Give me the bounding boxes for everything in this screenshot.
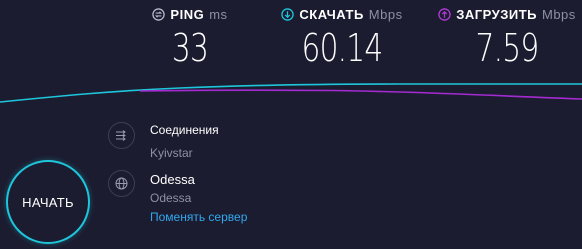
upload-speed-line	[139, 89, 582, 100]
start-button-label: НАЧАТЬ	[22, 194, 74, 210]
upload-label: ЗАГРУЗИТЬ	[456, 6, 537, 22]
connections-title: Соединения	[150, 123, 219, 137]
download-speed-line	[0, 83, 582, 103]
server-city: Odessa	[150, 172, 195, 187]
connections-arrows-icon	[116, 130, 126, 141]
server-sponsor: Odessa	[150, 191, 192, 205]
download-arrow-icon	[281, 7, 295, 21]
globe-glyph-icon	[115, 177, 128, 190]
download-label: СКАЧАТЬ	[299, 6, 364, 22]
ping-unit: ms	[209, 6, 228, 22]
provider-name: Kyivstar	[150, 146, 193, 160]
ping-header: PING ms	[140, 4, 240, 24]
upload-unit: Mbps	[541, 6, 576, 22]
speed-graph	[0, 83, 582, 103]
upload-header: ЗАГРУЗИТЬ Mbps	[432, 4, 582, 24]
change-server-link[interactable]: Поменять сервер	[150, 210, 247, 224]
download-header: СКАЧАТЬ Mbps	[262, 4, 422, 24]
globe-icon	[108, 170, 135, 197]
upload-arrow-icon	[438, 7, 451, 21]
connections-icon	[108, 122, 135, 149]
download-unit: Mbps	[368, 6, 403, 22]
ping-icon	[152, 7, 166, 21]
start-button[interactable]: НАЧАТЬ	[6, 160, 90, 244]
ping-label: PING	[170, 6, 205, 22]
